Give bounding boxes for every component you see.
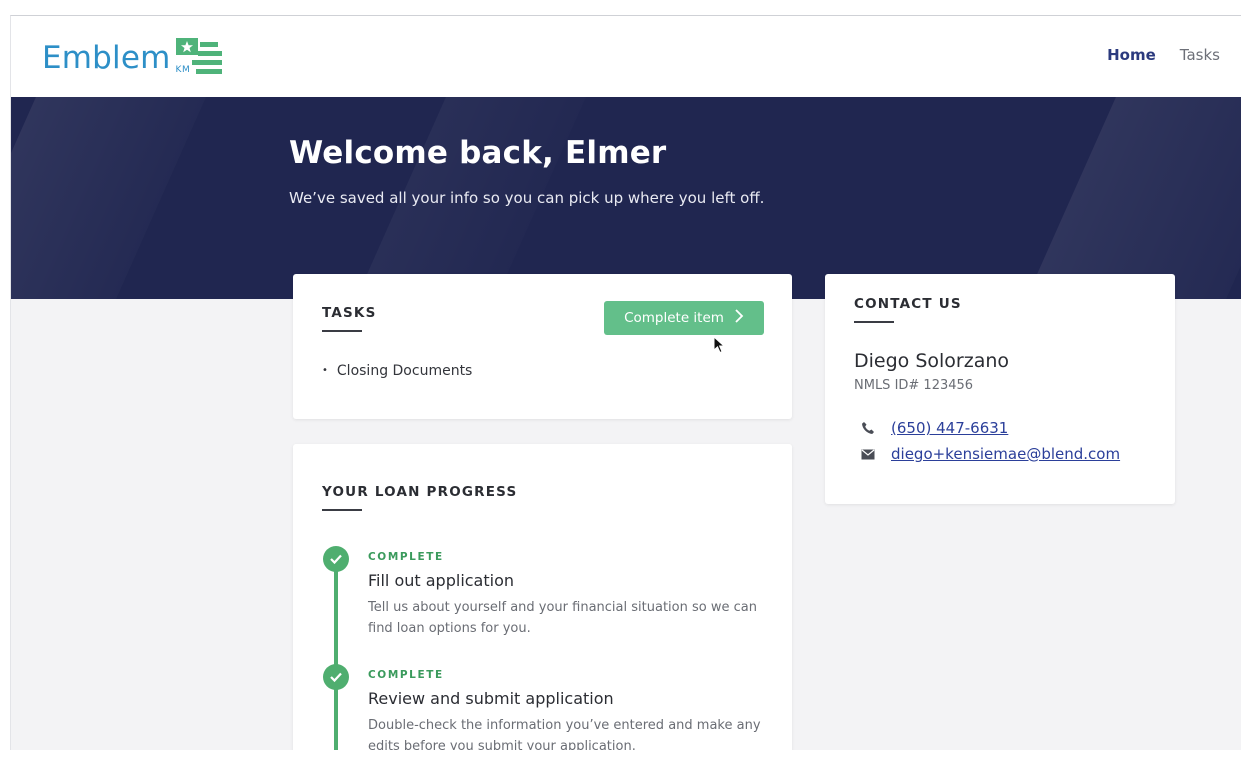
- welcome-title: Welcome back, Elmer: [289, 135, 667, 171]
- step-title: Review and submit application: [368, 689, 614, 708]
- complete-item-label: Complete item: [624, 310, 724, 326]
- contact-card: CONTACT US Diego Solorzano NMLS ID# 1234…: [825, 274, 1175, 504]
- contact-phone-link[interactable]: (650) 447-6631: [891, 419, 1008, 437]
- progress-timeline: [334, 566, 338, 751]
- site-header: Emblem KM Home Tasks: [11, 16, 1241, 98]
- cursor-icon: [713, 336, 725, 354]
- tasks-heading: TASKS: [322, 305, 377, 321]
- check-icon: [323, 546, 349, 572]
- step-title: Fill out application: [368, 571, 515, 590]
- step-description: Tell us about yourself and your financia…: [368, 600, 757, 636]
- loan-progress-heading: YOUR LOAN PROGRESS: [322, 484, 518, 500]
- nav-home-link[interactable]: Home: [1107, 46, 1156, 64]
- contact-nmls-id: NMLS ID# 123456: [854, 378, 974, 393]
- banner-decoration: [11, 97, 206, 299]
- contact-email-link[interactable]: diego+kensiemae@blend.com: [891, 445, 1120, 463]
- logo-subtext: KM: [175, 65, 191, 75]
- nav-tasks-link[interactable]: Tasks: [1180, 46, 1220, 64]
- contact-phone-row: (650) 447-6631: [859, 419, 1008, 437]
- heading-underline: [854, 321, 894, 323]
- flag-star-logo-icon: KM: [174, 38, 226, 78]
- contact-name: Diego Solorzano: [854, 350, 1010, 372]
- heading-underline: [322, 330, 362, 332]
- banner-decoration: [1026, 97, 1241, 299]
- heading-underline: [322, 509, 362, 511]
- step-description: Double-check the information you’ve ente…: [368, 718, 761, 751]
- complete-item-button[interactable]: Complete item: [604, 301, 764, 335]
- welcome-banner: Welcome back, Elmer We’ve saved all your…: [11, 97, 1241, 299]
- top-nav: Home Tasks: [1107, 46, 1220, 64]
- phone-icon: [859, 420, 877, 436]
- step-status: COMPLETE: [368, 669, 444, 681]
- contact-email-row: diego+kensiemae@blend.com: [859, 445, 1120, 463]
- mail-icon: [859, 446, 877, 462]
- task-item-label: Closing Documents: [336, 363, 473, 379]
- brand-logo[interactable]: Emblem KM: [42, 38, 226, 78]
- chevron-right-icon: [734, 308, 744, 328]
- task-item[interactable]: • Closing Documents: [322, 363, 472, 379]
- loan-progress-card: YOUR LOAN PROGRESS COMPLETE Fill out app…: [293, 444, 792, 751]
- step-status: COMPLETE: [368, 551, 444, 563]
- contact-heading: CONTACT US: [854, 296, 962, 312]
- logo-wordmark: Emblem: [42, 40, 171, 76]
- browser-viewport: Emblem KM Home Tasks Welcome back, Elmer: [10, 15, 1241, 751]
- window-bottom-edge: [0, 750, 1250, 778]
- welcome-subtitle: We’ve saved all your info so you can pic…: [289, 189, 765, 207]
- check-icon: [323, 664, 349, 690]
- bullet-icon: •: [322, 365, 328, 376]
